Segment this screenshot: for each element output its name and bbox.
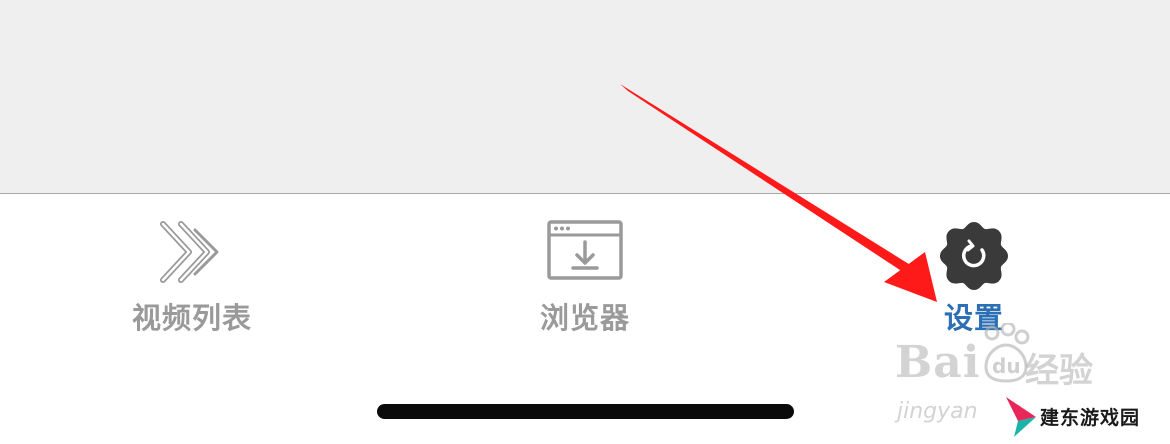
home-indicator[interactable] <box>377 404 794 419</box>
tab-browser-label: 浏览器 <box>539 301 630 335</box>
site-watermark: 建东游戏园 <box>1004 393 1168 441</box>
bottom-tab-bar: 视频列表 浏览器 设置 <box>0 194 1170 364</box>
tab-video-list[interactable]: 视频列表 <box>72 194 312 354</box>
tab-video-list-label: 视频列表 <box>131 301 252 335</box>
tab-settings[interactable]: 设置 <box>854 194 1094 354</box>
double-chevron-right-icon <box>160 221 219 283</box>
site-name-text: 建东游戏园 <box>1040 407 1141 429</box>
browser-download-icon <box>547 220 623 280</box>
tab-settings-label: 设置 <box>943 301 1004 335</box>
site-logo-icon <box>1006 397 1036 437</box>
tab-browser[interactable]: 浏览器 <box>465 194 705 354</box>
baidu-jingyan-pinyin-text: jingyan <box>897 399 978 424</box>
gear-icon <box>940 222 1008 290</box>
content-area <box>0 0 1170 194</box>
